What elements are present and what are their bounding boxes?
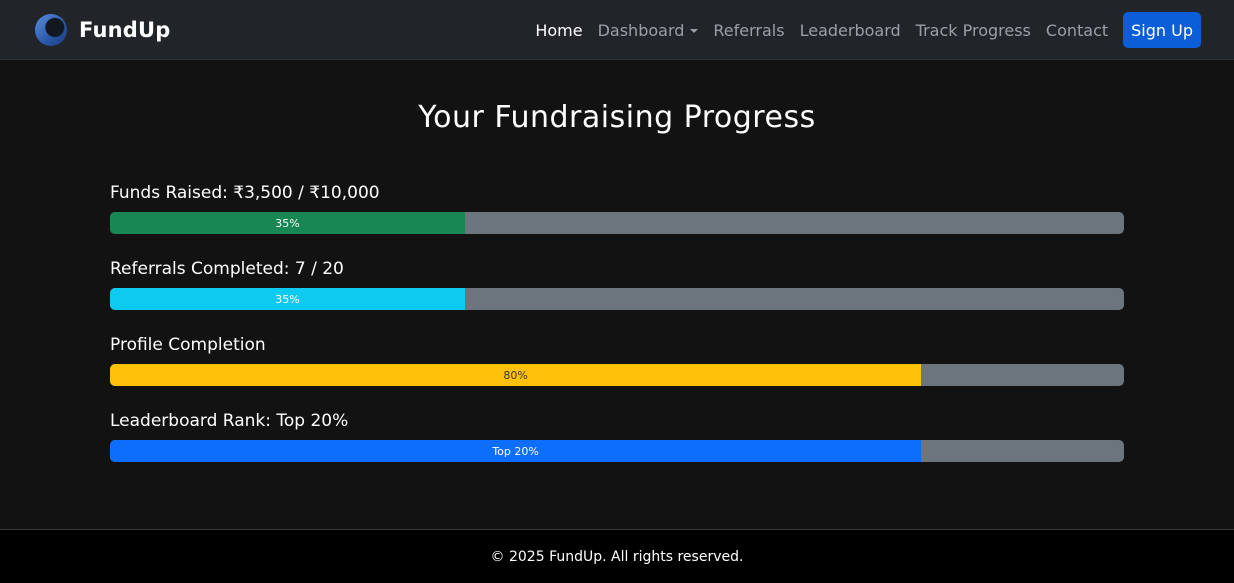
nav-home[interactable]: Home bbox=[535, 21, 582, 40]
progress-profile-completion: Profile Completion 80% bbox=[110, 335, 1124, 386]
progress-label: Leaderboard Rank: Top 20% bbox=[110, 411, 349, 431]
nav-referrals[interactable]: Referrals bbox=[713, 21, 784, 40]
progress-track: Top 20% bbox=[110, 440, 1124, 462]
progress-track: 80% bbox=[110, 364, 1124, 386]
brand-name: FundUp bbox=[79, 18, 171, 42]
nav-links: Home Dashboard Referrals Leaderboard Tra… bbox=[535, 12, 1201, 48]
progress-label: Profile Completion bbox=[110, 335, 266, 355]
nav-dashboard-dropdown[interactable]: Dashboard bbox=[598, 21, 699, 40]
page-title: Your Fundraising Progress bbox=[418, 100, 816, 135]
brand-logo-icon bbox=[35, 14, 67, 46]
progress-leaderboard-rank: Leaderboard Rank: Top 20% Top 20% bbox=[110, 411, 1124, 462]
progress-fill: Top 20% bbox=[110, 440, 922, 462]
navbar: FundUp Home Dashboard Referrals Leaderbo… bbox=[0, 0, 1234, 60]
progress-referrals: Referrals Completed: 7 / 20 35% bbox=[110, 259, 1124, 310]
progress-fill: 80% bbox=[110, 364, 922, 386]
footer-copyright: © 2025 FundUp. All rights reserved. bbox=[490, 548, 744, 565]
nav-track-progress[interactable]: Track Progress bbox=[916, 21, 1031, 40]
nav-contact[interactable]: Contact bbox=[1046, 21, 1108, 40]
progress-label: Referrals Completed: 7 / 20 bbox=[110, 259, 344, 279]
progress-track: 35% bbox=[110, 212, 1124, 234]
nav-leaderboard[interactable]: Leaderboard bbox=[800, 21, 901, 40]
progress-track: 35% bbox=[110, 288, 1124, 310]
progress-label: Funds Raised: ₹3,500 / ₹10,000 bbox=[110, 183, 380, 203]
chevron-down-icon bbox=[690, 29, 699, 33]
footer: © 2025 FundUp. All rights reserved. bbox=[0, 529, 1234, 583]
progress-fill: 35% bbox=[110, 288, 465, 310]
signup-button[interactable]: Sign Up bbox=[1123, 12, 1201, 48]
progress-funds-raised: Funds Raised: ₹3,500 / ₹10,000 35% bbox=[110, 183, 1124, 234]
nav-dashboard-label: Dashboard bbox=[597, 20, 685, 40]
progress-fill: 35% bbox=[110, 212, 465, 234]
brand[interactable]: FundUp bbox=[35, 13, 171, 47]
